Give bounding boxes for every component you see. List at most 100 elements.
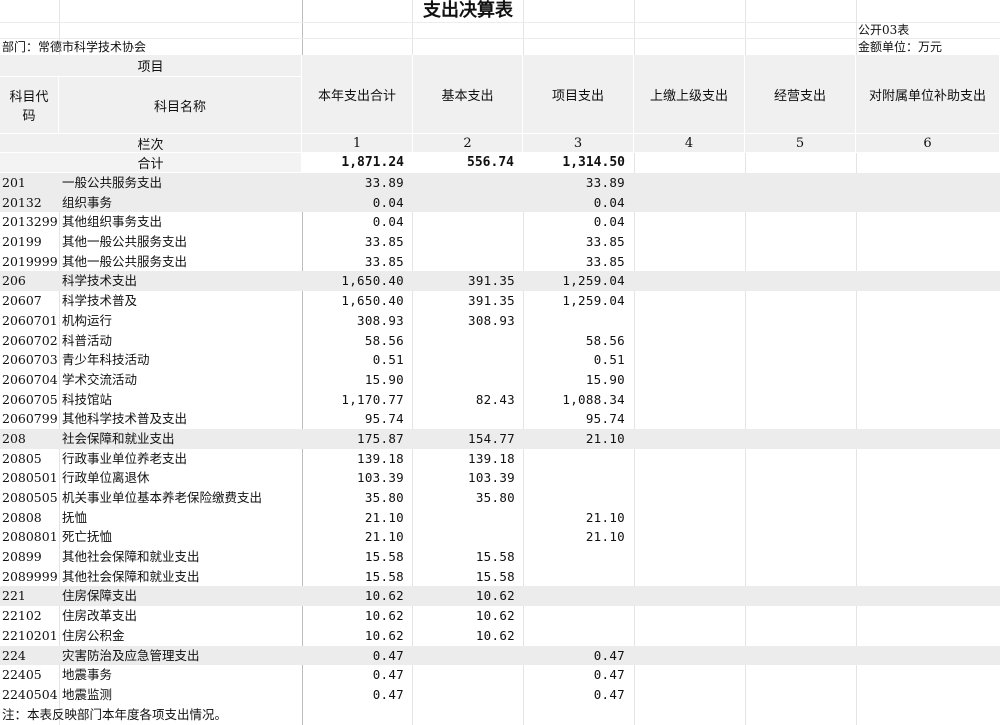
total-label: 合计 [137, 157, 164, 172]
row-code: 2060799 [2, 411, 58, 427]
header-col-1[interactable]: 本年支出合计 [302, 55, 413, 134]
table-row[interactable]: 22405 地震事务 0.47 0.47 [0, 665, 1000, 685]
header-name[interactable]: 科目名称 [59, 77, 302, 134]
table-row[interactable]: 2210201 住房公积金 10.62 10.62 [0, 626, 1000, 646]
row-project-value: 0.47 [593, 686, 625, 702]
row-code: 2060702 [2, 332, 58, 348]
row-project-value [523, 488, 625, 508]
table-row[interactable]: 2080501 行政单位离退休 103.39 103.39 [0, 468, 1000, 488]
table-row[interactable]: 224 灾害防治及应急管理支出 0.47 0.47 [0, 645, 1000, 666]
table-row[interactable]: 221 住房保障支出 10.62 10.62 [0, 586, 1000, 607]
row-basic-value: 10.62 [475, 608, 515, 624]
row-name: 其他组织事务支出 [62, 214, 163, 230]
row-project-value: 21.10 [585, 509, 625, 525]
row-total-value: 0.47 [372, 647, 404, 663]
row-project-value: 0.47 [593, 647, 625, 663]
data-table: 201 一般公共服务支出 33.89 33.89 20132 组织事务 0.04 0.04 20… [0, 173, 1000, 705]
row-project-value: 0.04 [593, 214, 625, 230]
total-col-2[interactable]: 556.74 [413, 153, 523, 173]
row-name: 行政单位离退休 [62, 470, 150, 486]
table-row[interactable]: 2060799 其他科学技术普及支出 95.74 95.74 [0, 409, 1000, 429]
colnum-label: 栏次 [137, 137, 164, 153]
colnum-cell[interactable]: 3 [523, 134, 634, 153]
row-name: 青少年科技活动 [62, 352, 150, 368]
row-basic-value [413, 508, 515, 528]
header-col-label: 基本支出 [441, 88, 494, 104]
table-row[interactable]: 2060705 科技馆站 1,170.77 82.43 1,088.34 [0, 390, 1000, 410]
colnum: 6 [923, 135, 932, 151]
table-row[interactable]: 20199 其他一般公共服务支出 33.85 33.85 [0, 232, 1000, 252]
colnum-cell[interactable]: 4 [634, 134, 745, 153]
row-name: 其他社会保障和就业支出 [62, 549, 200, 565]
table-row[interactable]: 2080505 机关事业单位基本养老保险缴费支出 35.80 35.80 [0, 488, 1000, 508]
row-code: 206 [2, 273, 26, 289]
row-name: 组织事务 [62, 194, 113, 210]
colnum-cell[interactable]: 5 [745, 134, 856, 153]
colnum: 4 [684, 135, 694, 151]
total-col-3[interactable]: 1,314.50 [523, 153, 634, 173]
header-item[interactable]: 项目 [0, 55, 302, 77]
colnum-cell[interactable]: 6 [856, 134, 1000, 153]
header-col-label: 上缴上级支出 [649, 88, 728, 104]
table-row[interactable]: 2089999 其他社会保障和就业支出 15.58 15.58 [0, 567, 1000, 587]
row-total-value: 33.85 [364, 253, 404, 269]
row-project-value [523, 311, 625, 331]
row-basic-value [413, 646, 515, 666]
table-row[interactable]: 201 一般公共服务支出 33.89 33.89 [0, 173, 1000, 193]
row-name: 地震事务 [62, 667, 113, 683]
row-basic-value [413, 665, 515, 685]
header-col-4[interactable]: 上缴上级支出 [634, 55, 745, 134]
colnum-cell[interactable]: 2 [413, 134, 523, 153]
table-row[interactable]: 20607 科学技术普及 1,650.40 391.35 1,259.04 [0, 291, 1000, 311]
row-basic-value: 103.39 [468, 470, 515, 486]
row-code: 2080501 [2, 470, 58, 486]
row-code: 2060705 [2, 391, 58, 407]
header-col-6[interactable]: 对附属单位补助支出 [856, 55, 1000, 134]
table-row[interactable]: 2060701 机构运行 308.93 308.93 [0, 311, 1000, 331]
row-name: 其他一般公共服务支出 [62, 253, 188, 269]
table-row[interactable]: 2060702 科普活动 58.56 58.56 [0, 331, 1000, 351]
row-code: 22405 [2, 667, 42, 683]
row-basic-value: 139.18 [468, 450, 515, 466]
row-total-value: 1,170.77 [341, 391, 404, 407]
row-total-value: 15.58 [364, 549, 404, 565]
table-row[interactable]: 20808 抚恤 21.10 21.10 [0, 508, 1000, 528]
row-total-value: 33.89 [364, 175, 404, 190]
colnum-cell[interactable]: 1 [302, 134, 413, 153]
table-row[interactable]: 20805 行政事业单位养老支出 139.18 139.18 [0, 449, 1000, 469]
colnum-label-cell[interactable]: 栏次 [0, 134, 302, 153]
row-project-value [523, 468, 625, 488]
row-name: 科普活动 [62, 332, 113, 348]
row-basic-value: 10.62 [475, 588, 515, 604]
table-row[interactable]: 206 科学技术支出 1,650.40 391.35 1,259.04 [0, 271, 1000, 292]
row-basic-value [413, 350, 515, 370]
total-col-1[interactable]: 1,871.24 [302, 153, 413, 173]
table-row[interactable]: 2080801 死亡抚恤 21.10 21.10 [0, 527, 1000, 547]
header-col-3[interactable]: 项目支出 [523, 55, 634, 134]
total-value: 1,871.24 [341, 155, 404, 170]
table-row[interactable]: 2060703 青少年科技活动 0.51 0.51 [0, 350, 1000, 370]
table-row[interactable]: 20132 组织事务 0.04 0.04 [0, 192, 1000, 213]
colnum: 3 [573, 135, 583, 151]
table-row[interactable]: 2240504 地震监测 0.47 0.47 [0, 685, 1000, 705]
table-row[interactable]: 2060704 学术交流活动 15.90 15.90 [0, 370, 1000, 390]
row-name: 机构运行 [62, 312, 113, 328]
total-label-cell[interactable]: 合计 [0, 153, 302, 173]
grid-row-line [0, 38, 1000, 39]
row-code: 208 [2, 430, 26, 446]
header-col-2[interactable]: 基本支出 [413, 55, 523, 134]
row-basic-value [413, 212, 515, 232]
row-project-value: 1,088.34 [562, 391, 625, 407]
row-total-value: 0.04 [372, 194, 404, 210]
table-row[interactable]: 22102 住房改革支出 10.62 10.62 [0, 606, 1000, 626]
row-total-value: 103.39 [357, 470, 404, 486]
table-row[interactable]: 208 社会保障和就业支出 175.87 154.77 21.10 [0, 428, 1000, 449]
row-basic-value: 308.93 [468, 312, 515, 328]
header-col-5[interactable]: 经营支出 [745, 55, 856, 134]
row-name: 地震监测 [62, 686, 113, 702]
table-row[interactable]: 20899 其他社会保障和就业支出 15.58 15.58 [0, 547, 1000, 567]
table-row[interactable]: 2013299 其他组织事务支出 0.04 0.04 [0, 212, 1000, 232]
header-code[interactable]: 科目代码 [0, 77, 59, 134]
table-row[interactable]: 2019999 其他一般公共服务支出 33.85 33.85 [0, 252, 1000, 272]
row-basic-value: 15.58 [475, 549, 515, 565]
